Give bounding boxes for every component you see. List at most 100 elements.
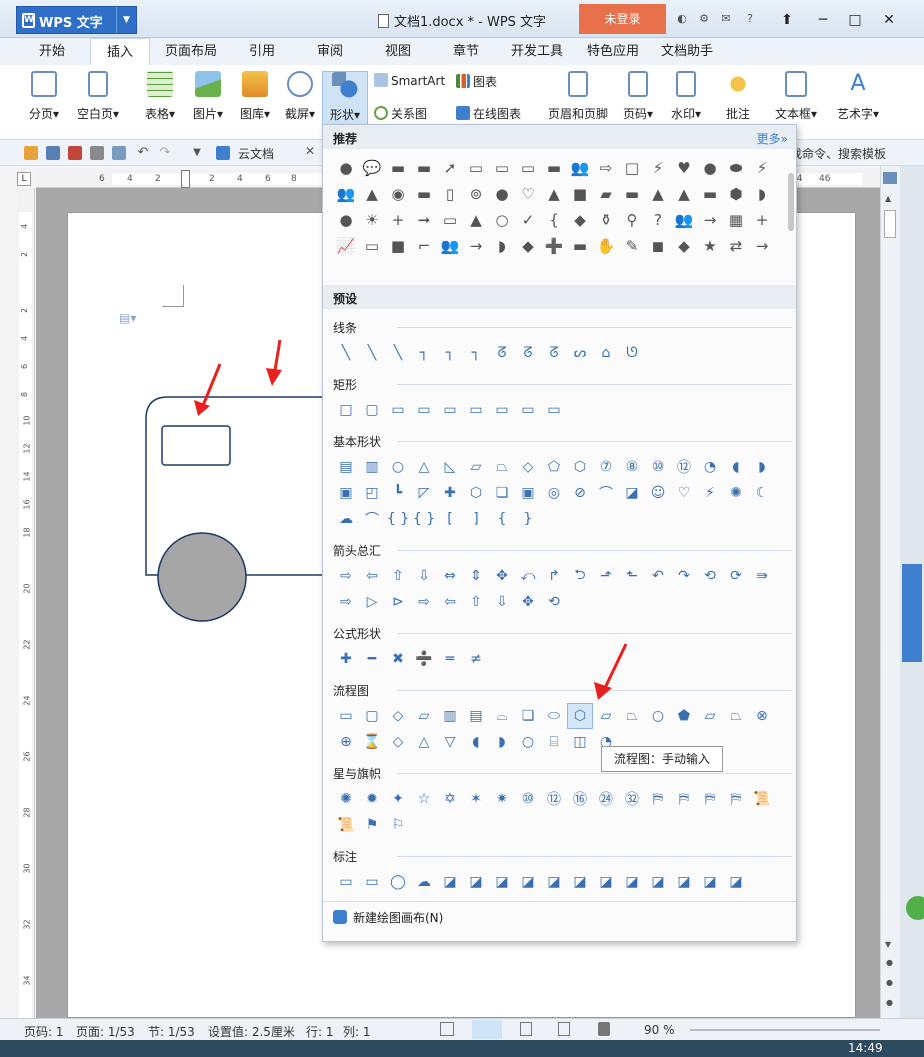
close-icon[interactable]: ✕ [305,144,315,158]
star-shape-3[interactable]: ☆ [411,786,437,812]
rectangle-shape-3[interactable]: ▭ [411,397,437,423]
recommended-shape-2-16[interactable]: + [749,207,775,233]
flowchart-shape-1[interactable]: ▢ [359,703,385,729]
undo-icon[interactable]: ↶ [136,146,150,160]
redo-icon[interactable]: ↷ [158,146,172,160]
star-shape-7[interactable]: ⑩ [515,786,541,812]
line-shape-2[interactable]: ╲ [385,340,411,366]
basic-shape-38[interactable]: [ [437,506,463,532]
help-icon[interactable]: ? [743,12,757,26]
recommended-shape-1-2[interactable]: ◉ [385,181,411,207]
arrow-shape-12[interactable]: ↶ [645,563,671,589]
recommended-shape-0-10[interactable]: ⇨ [593,155,619,181]
recommended-shape-0-4[interactable]: ➚ [437,155,463,181]
relation-chart-button[interactable]: 关系图 [374,105,427,122]
flowchart-shape-23[interactable]: ◗ [489,729,515,755]
recommended-shape-1-8[interactable]: ▲ [541,181,567,207]
flowchart-shape-0[interactable]: ▭ [333,703,359,729]
textbox-button[interactable]: 文本框▾ [768,71,824,122]
flowchart-shape-20[interactable]: △ [411,729,437,755]
recommended-shape-1-15[interactable]: ⬢ [723,181,749,207]
basic-shape-3[interactable]: △ [411,454,437,480]
equation-shape-4[interactable]: ═ [437,646,463,672]
basic-shape-37[interactable]: { } [411,506,437,532]
feedback-icon[interactable]: ✉ [719,12,733,26]
recommended-shape-0-13[interactable]: ♥ [671,155,697,181]
maximize-button[interactable]: □ [840,8,870,32]
tab-developer[interactable]: 开发工具 [502,38,572,65]
tab-review[interactable]: 审阅 [300,38,360,65]
basic-shape-2[interactable]: ○ [385,454,411,480]
basic-shape-21[interactable]: ✚ [437,480,463,506]
equation-shape-2[interactable]: ✖ [385,646,411,672]
search-command-hint[interactable]: 找命令、搜索模板 [790,145,886,162]
star-shape-4[interactable]: ✡ [437,786,463,812]
basic-shape-40[interactable]: { [489,506,515,532]
recommended-shape-1-11[interactable]: ▬ [619,181,645,207]
arrow-shape-16[interactable]: ⇛ [749,563,775,589]
flowchart-shape-21[interactable]: ▽ [437,729,463,755]
arrow-shape-18[interactable]: ▷ [359,589,385,615]
flowchart-shape-12[interactable]: ○ [645,703,671,729]
arrow-shape-25[interactable]: ⟲ [541,589,567,615]
arrow-shape-6[interactable]: ✥ [489,563,515,589]
arrow-shape-19[interactable]: ⊳ [385,589,411,615]
recommended-shape-1-12[interactable]: ▲ [645,181,671,207]
recommended-shape-0-15[interactable]: ⬬ [723,155,749,181]
star-shape-10[interactable]: ㉔ [593,786,619,812]
recommended-shape-0-14[interactable]: ● [697,155,723,181]
recommended-shape-1-16[interactable]: ◗ [749,181,775,207]
star-shape-19[interactable]: ⚐ [385,812,411,838]
page-break-button[interactable]: 分页▾ [22,71,66,122]
callout-shape-12[interactable]: ◪ [645,869,671,895]
recommended-scroll-thumb[interactable] [788,173,794,231]
recommended-shape-2-11[interactable]: ⚲ [619,207,645,233]
zoom-slider[interactable] [690,1029,880,1031]
select-browse-object-icon[interactable]: ● [886,978,893,987]
line-shape-4[interactable]: ┐ [437,340,463,366]
rectangle-shape-8[interactable]: ▭ [541,397,567,423]
basic-shape-5[interactable]: ▱ [463,454,489,480]
star-shape-12[interactable]: ⛿ [645,786,671,812]
close-button[interactable]: ✕ [874,8,904,32]
callout-shape-7[interactable]: ◪ [515,869,541,895]
skin-icon[interactable]: ◐ [675,12,689,26]
flowchart-shape-26[interactable]: ◫ [567,729,593,755]
settings-icon[interactable]: ⚙ [697,12,711,26]
shapes-button[interactable]: 形状▾ [322,71,368,131]
star-shape-17[interactable]: 📜 [333,812,359,838]
line-shape-10[interactable]: ⌂ [593,340,619,366]
cloud-doc-tab[interactable]: 云文档 [238,145,274,162]
recommended-shape-1-9[interactable]: ■ [567,181,593,207]
recommended-shape-0-9[interactable]: 👥 [567,155,593,181]
equation-shape-5[interactable]: ≠ [463,646,489,672]
basic-shape-24[interactable]: ▣ [515,480,541,506]
eye-protection-icon[interactable] [598,1022,610,1036]
basic-shape-14[interactable]: ◔ [697,454,723,480]
rectangle-shape-1[interactable]: ▢ [359,397,385,423]
rectangle-shape-5[interactable]: ▭ [463,397,489,423]
online-chart-button[interactable]: 在线图表 [456,105,521,122]
star-shape-6[interactable]: ✷ [489,786,515,812]
basic-shape-16[interactable]: ◗ [749,454,775,480]
equation-shape-1[interactable]: ━ [359,646,385,672]
flowchart-shape-9[interactable]: ⬡ [567,703,593,729]
star-shape-15[interactable]: ⛿ [723,786,749,812]
customize-chevron-icon[interactable]: ▼ [190,146,204,160]
callout-shape-2[interactable]: ◯ [385,869,411,895]
basic-shape-27[interactable]: ⌒ [593,480,619,506]
flowchart-shape-24[interactable]: ○ [515,729,541,755]
flowchart-shape-7[interactable]: ❏ [515,703,541,729]
callout-shape-4[interactable]: ◪ [437,869,463,895]
flowchart-shape-13[interactable]: ⬟ [671,703,697,729]
picture-button[interactable]: 图片▾ [186,71,230,122]
recommended-shape-3-2[interactable]: ■ [385,233,411,259]
line-shape-11[interactable]: ᘎ [619,340,645,366]
more-shapes-link[interactable]: 更多» [757,130,788,147]
flowchart-shape-19[interactable]: ◇ [385,729,411,755]
recommended-shape-2-12[interactable]: ? [645,207,671,233]
arrow-shape-17[interactable]: ⇨ [333,589,359,615]
rectangle-shape-6[interactable]: ▭ [489,397,515,423]
gallery-button[interactable]: 图库▾ [232,71,278,122]
basic-shape-30[interactable]: ♡ [671,480,697,506]
